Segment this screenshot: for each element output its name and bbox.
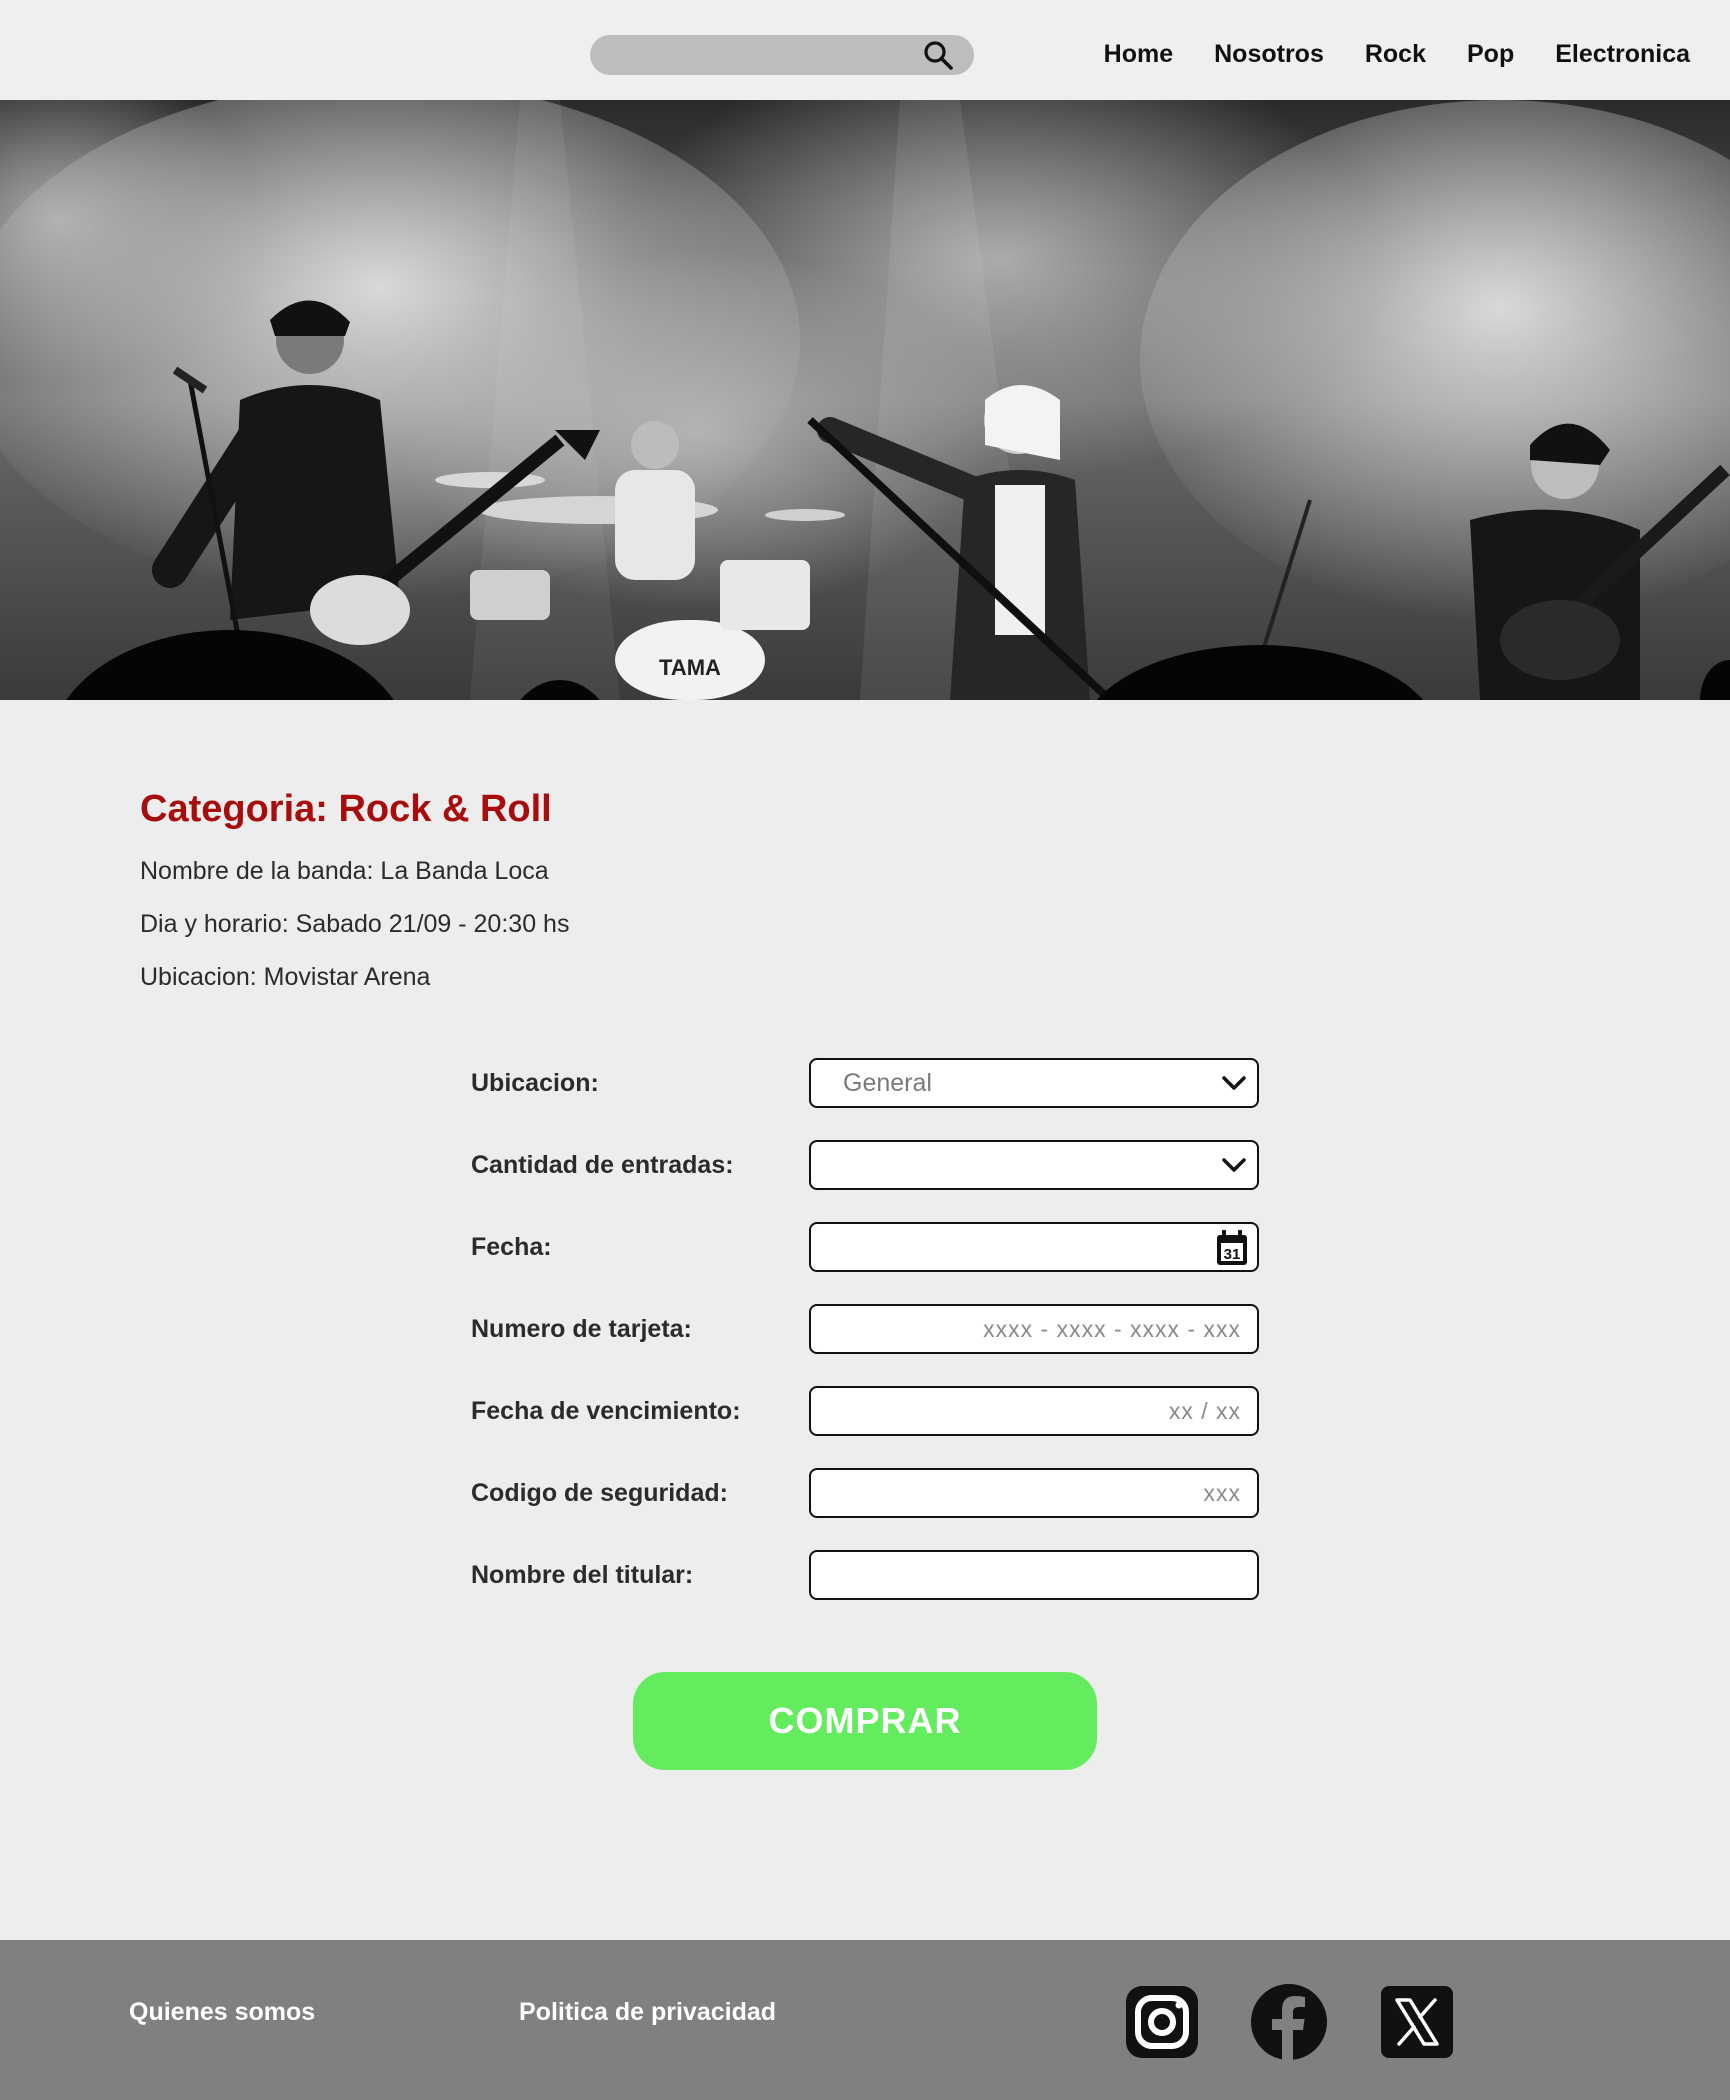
vencimiento-field[interactable] bbox=[809, 1386, 1259, 1436]
comprar-button[interactable]: COMPRAR bbox=[633, 1672, 1097, 1770]
facebook-icon[interactable] bbox=[1249, 1982, 1329, 2062]
category-title: Categoria: Rock & Roll bbox=[140, 788, 552, 830]
fecha-label: Fecha: bbox=[471, 1233, 552, 1261]
vencimiento-label: Fecha de vencimiento: bbox=[471, 1397, 741, 1425]
chevron-down-icon[interactable] bbox=[1221, 1072, 1247, 1094]
search-icon[interactable] bbox=[922, 39, 954, 71]
search-bar[interactable] bbox=[590, 35, 974, 75]
instagram-icon[interactable] bbox=[1122, 1982, 1202, 2062]
footer-privacidad-link[interactable]: Politica de privacidad bbox=[519, 1998, 776, 2027]
search-input[interactable] bbox=[590, 35, 930, 75]
nav-electronica[interactable]: Electronica bbox=[1555, 36, 1690, 72]
footer-quienes-somos-link[interactable]: Quienes somos bbox=[129, 1998, 315, 2027]
ubicacion-select[interactable]: General bbox=[809, 1058, 1259, 1108]
codigo-field[interactable] bbox=[809, 1468, 1259, 1518]
site-footer: Quienes somos Politica de privacidad bbox=[0, 1940, 1730, 2100]
nav-nosotros[interactable]: Nosotros bbox=[1214, 36, 1324, 72]
svg-text:TAMA: TAMA bbox=[659, 655, 721, 680]
cantidad-label: Cantidad de entradas: bbox=[471, 1151, 734, 1179]
expiry-date-input[interactable] bbox=[811, 1388, 1257, 1434]
fecha-input[interactable] bbox=[811, 1224, 1257, 1270]
cardholder-name-input[interactable] bbox=[811, 1552, 1257, 1598]
cantidad-select[interactable] bbox=[809, 1140, 1259, 1190]
nav-pop[interactable]: Pop bbox=[1467, 36, 1514, 72]
tarjeta-field[interactable] bbox=[809, 1304, 1259, 1354]
x-icon[interactable] bbox=[1377, 1982, 1457, 2062]
fecha-field[interactable]: 31 bbox=[809, 1222, 1259, 1272]
ubicacion-label: Ubicacion: bbox=[471, 1069, 599, 1097]
concert-band-photo: TAMA bbox=[0, 100, 1730, 700]
event-datetime: Dia y horario: Sabado 21/09 - 20:30 hs bbox=[140, 910, 570, 938]
chevron-down-icon[interactable] bbox=[1221, 1154, 1247, 1176]
site-header: Home Nosotros Rock Pop Electronica bbox=[0, 0, 1730, 100]
security-code-input[interactable] bbox=[811, 1470, 1257, 1516]
tarjeta-label: Numero de tarjeta: bbox=[471, 1315, 692, 1343]
ubicacion-selected-value: General bbox=[843, 1069, 932, 1097]
titular-field[interactable] bbox=[809, 1550, 1259, 1600]
nav-home[interactable]: Home bbox=[1104, 36, 1173, 72]
hero-image: TAMA bbox=[0, 100, 1730, 700]
nav-rock[interactable]: Rock bbox=[1365, 36, 1426, 72]
titular-label: Nombre del titular: bbox=[471, 1561, 694, 1589]
codigo-label: Codigo de seguridad: bbox=[471, 1479, 728, 1507]
event-venue: Ubicacion: Movistar Arena bbox=[140, 963, 431, 991]
calendar-icon[interactable]: 31 bbox=[1215, 1229, 1249, 1267]
calendar-day-text: 31 bbox=[1224, 1246, 1241, 1263]
main-nav: Home Nosotros Rock Pop Electronica bbox=[1104, 36, 1690, 72]
band-name: Nombre de la banda: La Banda Loca bbox=[140, 857, 549, 885]
card-number-input[interactable] bbox=[811, 1306, 1257, 1352]
